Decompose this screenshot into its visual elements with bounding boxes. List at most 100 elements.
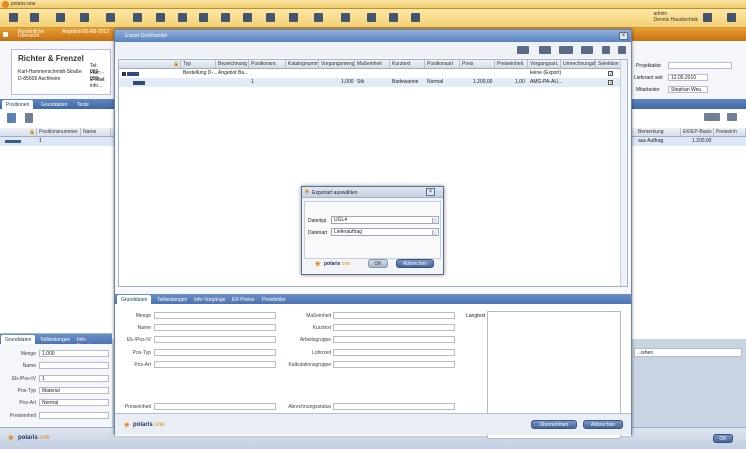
exportart-abbrechen-button[interactable]: Abbrechen bbox=[396, 259, 434, 268]
col-positionsart[interactable]: Positionsart bbox=[425, 60, 460, 68]
nav-item-angebot[interactable]: Angebot-00-AB-2012 bbox=[62, 30, 109, 35]
grid-icon[interactable] bbox=[517, 46, 529, 54]
ebpos-field[interactable]: 1 bbox=[39, 375, 109, 382]
name-field[interactable] bbox=[39, 362, 109, 369]
star-icon[interactable] bbox=[311, 11, 326, 25]
col-masseinheit[interactable]: Maßeinheit bbox=[355, 60, 390, 68]
layout-icon[interactable] bbox=[581, 46, 593, 54]
dateityp-select[interactable]: UGL4 bbox=[331, 216, 439, 224]
col-bemerkung[interactable]: Bemerkung bbox=[636, 128, 681, 136]
polaris-star-icon: ✷ bbox=[7, 433, 15, 443]
lower-tab-info[interactable]: Info-Vorgänge bbox=[73, 335, 112, 349]
truck-icon[interactable] bbox=[53, 11, 68, 25]
close-icon[interactable]: × bbox=[426, 188, 435, 196]
user-switch-icon[interactable] bbox=[700, 11, 715, 25]
columns-icon[interactable] bbox=[559, 46, 573, 54]
print-icon[interactable] bbox=[263, 11, 278, 25]
search-icon[interactable] bbox=[240, 11, 255, 25]
detail-tab-preisfelder[interactable]: Preisfelder bbox=[258, 295, 290, 304]
logout-icon[interactable] bbox=[724, 11, 739, 25]
d-postyp-field[interactable] bbox=[154, 349, 276, 356]
col-preiseinheit[interactable]: Preiseinheit bbox=[495, 60, 528, 68]
export-grid-scrollbar[interactable] bbox=[620, 60, 627, 286]
nav-home-icon[interactable] bbox=[3, 32, 8, 37]
col-umrechnungsfaktor[interactable]: Umrechnungsfaktor bbox=[561, 60, 596, 68]
detail-tab-info[interactable]: Info-Vorgänge bbox=[190, 295, 229, 304]
uebernehmen-button[interactable]: Übernehmen bbox=[531, 420, 577, 429]
d-abrechnungsstatus-field[interactable] bbox=[333, 403, 455, 410]
d-arbeitsgruppe-field[interactable] bbox=[333, 336, 455, 343]
tab-grunddaten[interactable]: Grunddaten bbox=[37, 100, 71, 109]
d-name-field[interactable] bbox=[154, 324, 276, 331]
col-preiseinh[interactable]: Preiseinh bbox=[714, 128, 746, 136]
row1-vorgangsart: keine (Export) bbox=[530, 70, 562, 76]
list-icon[interactable] bbox=[602, 46, 610, 54]
export-icon[interactable] bbox=[618, 46, 626, 54]
menge-field[interactable]: 1,000 bbox=[39, 350, 109, 357]
col-bezeichnung[interactable]: Bezeichnung bbox=[216, 60, 249, 68]
table-row[interactable]: Bestellung D-... Angebot Ba... keine (Ex… bbox=[119, 69, 627, 78]
col-ekep[interactable]: EK/EP-Basis bbox=[681, 128, 714, 136]
col-preis[interactable]: Preis bbox=[460, 60, 495, 68]
export-icon[interactable] bbox=[103, 11, 118, 25]
close-icon[interactable]: × bbox=[619, 32, 628, 40]
save-icon[interactable] bbox=[153, 11, 168, 25]
lower-tab-grunddaten[interactable]: Grunddaten bbox=[1, 335, 36, 344]
chart-icon[interactable] bbox=[130, 11, 145, 25]
tab-texte[interactable]: Texte bbox=[73, 100, 93, 109]
upload-icon[interactable] bbox=[364, 11, 379, 25]
row1-selection-checkbox[interactable]: ✓ bbox=[608, 71, 613, 77]
col-name[interactable]: Name bbox=[81, 128, 111, 136]
document-icon[interactable] bbox=[77, 11, 92, 25]
lieferant-field[interactable]: 12.05.2010 bbox=[668, 74, 708, 81]
d-kalkulationsgruppe-field[interactable] bbox=[333, 361, 455, 368]
postyp-field[interactable]: Material bbox=[39, 387, 109, 394]
preiseinheit-field[interactable] bbox=[39, 412, 109, 419]
nav-item-overview[interactable]: Persönliche Übersicht bbox=[18, 30, 44, 39]
lower-tab-teilleistungen[interactable]: Teilleistungen bbox=[36, 335, 74, 344]
delete-icon[interactable] bbox=[196, 11, 211, 25]
right-lower-field[interactable]: ...ishen bbox=[634, 348, 742, 357]
d-menge-field[interactable] bbox=[154, 312, 276, 319]
posart-field[interactable]: Normal bbox=[39, 399, 109, 406]
col-vorgangsmenge[interactable]: Vorgangsmenge bbox=[319, 60, 355, 68]
abbrechen-button[interactable]: Abbrechen bbox=[583, 420, 623, 429]
col-vorgangsart[interactable]: Vorgangsart. bbox=[528, 60, 561, 68]
import-icon[interactable] bbox=[386, 11, 401, 25]
table-row[interactable]: 1 1,000 Stk Badewanne Normal 1.200,00 1,… bbox=[119, 78, 627, 87]
ok-button[interactable]: OK bbox=[713, 434, 733, 443]
tab-positionen[interactable]: Positionen bbox=[2, 100, 34, 109]
add-position-icon[interactable] bbox=[7, 113, 16, 123]
cart-icon[interactable] bbox=[338, 11, 353, 25]
datenart-select[interactable]: Lieferauftrag bbox=[331, 228, 439, 236]
d-ebpos-field[interactable] bbox=[154, 336, 276, 343]
exportart-ok-button[interactable]: OK bbox=[368, 259, 388, 268]
d-kurztext-field[interactable] bbox=[333, 324, 455, 331]
grid-settings-icon[interactable] bbox=[704, 113, 720, 121]
col-positionsnummer[interactable]: Positionsnummer bbox=[37, 128, 81, 136]
row2-selection-checkbox[interactable]: ✓ bbox=[608, 80, 613, 86]
grid-layout-icon[interactable] bbox=[727, 113, 737, 121]
tree-icon[interactable] bbox=[539, 46, 551, 54]
mitarbeiter-field[interactable]: Stephan Weu bbox=[668, 86, 708, 93]
col-typ[interactable]: Typ bbox=[181, 60, 216, 68]
d-posart-field[interactable] bbox=[154, 361, 276, 368]
d-masseinheit-field[interactable] bbox=[333, 312, 455, 319]
refresh-icon[interactable] bbox=[175, 11, 190, 25]
col-kurztext[interactable]: Kurztext bbox=[390, 60, 425, 68]
d-preiseinheit-field[interactable] bbox=[154, 403, 276, 410]
folder-icon[interactable] bbox=[286, 11, 301, 25]
open-icon[interactable] bbox=[27, 11, 42, 25]
settings-icon[interactable] bbox=[218, 11, 233, 25]
col-positionsnr[interactable]: Positionsnr. bbox=[249, 60, 286, 68]
d-lohnzeit-field[interactable] bbox=[333, 349, 455, 356]
col-katalognummer[interactable]: Katalognumm. bbox=[286, 60, 319, 68]
detail-tab-teilleistungen[interactable]: Teilleistungen bbox=[153, 295, 191, 304]
projektakte-field[interactable] bbox=[668, 62, 732, 69]
window-icon[interactable] bbox=[408, 11, 423, 25]
delete-position-icon[interactable] bbox=[25, 113, 33, 123]
detail-tab-grunddaten[interactable]: Grunddaten bbox=[117, 295, 152, 304]
new-icon[interactable] bbox=[6, 11, 21, 25]
expand-icon[interactable] bbox=[122, 72, 126, 76]
detail-tab-ekpreise[interactable]: EK-Preise bbox=[228, 295, 259, 304]
